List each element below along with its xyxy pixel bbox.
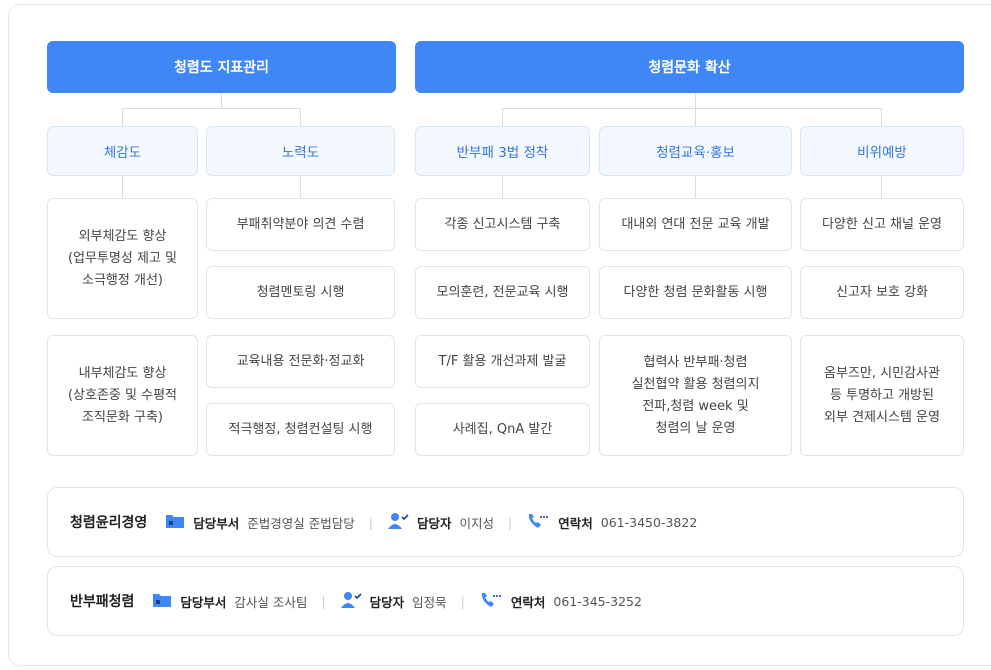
contact-title: 반부패청렴: [70, 594, 135, 610]
subheader-effort: 노력도: [206, 126, 395, 176]
connector: [502, 108, 882, 109]
dept-value: 준법경영실 준법담당: [247, 515, 355, 531]
connector: [695, 93, 696, 108]
connector: [122, 176, 123, 198]
person-check-icon: [340, 591, 362, 612]
list-item: 각종 신고시스템 구축: [415, 198, 590, 251]
phone-icon: [526, 512, 550, 533]
phone-icon: [479, 591, 503, 612]
list-item: 신고자 보호 강화: [800, 266, 964, 319]
list-item: 교육내용 전문화·정교화: [206, 335, 395, 388]
list-item: T/F 활용 개선과제 발굴: [415, 335, 590, 388]
contact-title: 청렴윤리경영: [70, 515, 148, 531]
list-item: 협력사 반부패·청렴 실천협약 활용 청렴의지 전파,청렴 week 및 청렴의…: [599, 335, 792, 456]
person-value: 이지성: [459, 515, 495, 531]
folder-icon: [165, 513, 185, 532]
connector: [695, 176, 696, 198]
header-integrity-culture: 청렴문화 확산: [415, 41, 964, 93]
connector: [695, 108, 696, 126]
connector: [502, 108, 503, 126]
subheader-perception: 체감도: [47, 126, 198, 176]
list-item: 외부체감도 향상 (업무투명성 제고 및 소극행정 개선): [47, 198, 198, 319]
contact-box-ethics: 청렴윤리경영 담당부서 준법경영실 준법담당 | 담당자 이지성 | 연락처 0…: [47, 487, 964, 557]
list-item: 다양한 신고 채널 운영: [800, 198, 964, 251]
connector: [502, 176, 503, 198]
list-item: 옴부즈만, 시민감사관 등 투명하고 개방된 외부 견제시스템 운영: [800, 335, 964, 456]
header-integrity-index: 청렴도 지표관리: [47, 41, 396, 93]
connector: [122, 108, 301, 109]
subheader-education-promotion: 청렴교육·홍보: [599, 126, 792, 176]
list-item: 내부체감도 향상 (상호존중 및 수평적 조직문화 구축): [47, 335, 198, 456]
list-item: 다양한 청렴 문화활동 시행: [599, 266, 792, 319]
connector: [122, 108, 123, 126]
list-item: 사례집, QnA 발간: [415, 403, 590, 456]
connector: [881, 176, 882, 198]
phone-value: 061-345-3252: [553, 593, 642, 609]
dept-value: 감사실 조사팀: [234, 594, 308, 610]
contact-box-anticorruption: 반부패청렴 담당부서 감사실 조사팀 | 담당자 임정묵 | 연락처 061-3…: [47, 566, 964, 636]
list-item: 부패취약분야 의견 수렴: [206, 198, 395, 251]
folder-icon: [152, 592, 172, 611]
subheader-anticorruption-laws: 반부패 3법 정착: [415, 126, 590, 176]
connector: [221, 93, 222, 108]
person-check-icon: [387, 512, 409, 533]
connector: [300, 176, 301, 198]
connector: [300, 108, 301, 126]
list-item: 대내외 연대 전문 교육 개발: [599, 198, 792, 251]
list-item: 적극행정, 청렴컨설팅 시행: [206, 403, 395, 456]
subheader-misconduct-prevention: 비위예방: [800, 126, 964, 176]
list-item: 청렴멘토링 시행: [206, 266, 395, 319]
list-item: 모의훈련, 전문교육 시행: [415, 266, 590, 319]
connector: [881, 108, 882, 126]
person-value: 임정묵: [412, 594, 447, 610]
phone-value: 061-3450-3822: [600, 514, 698, 530]
